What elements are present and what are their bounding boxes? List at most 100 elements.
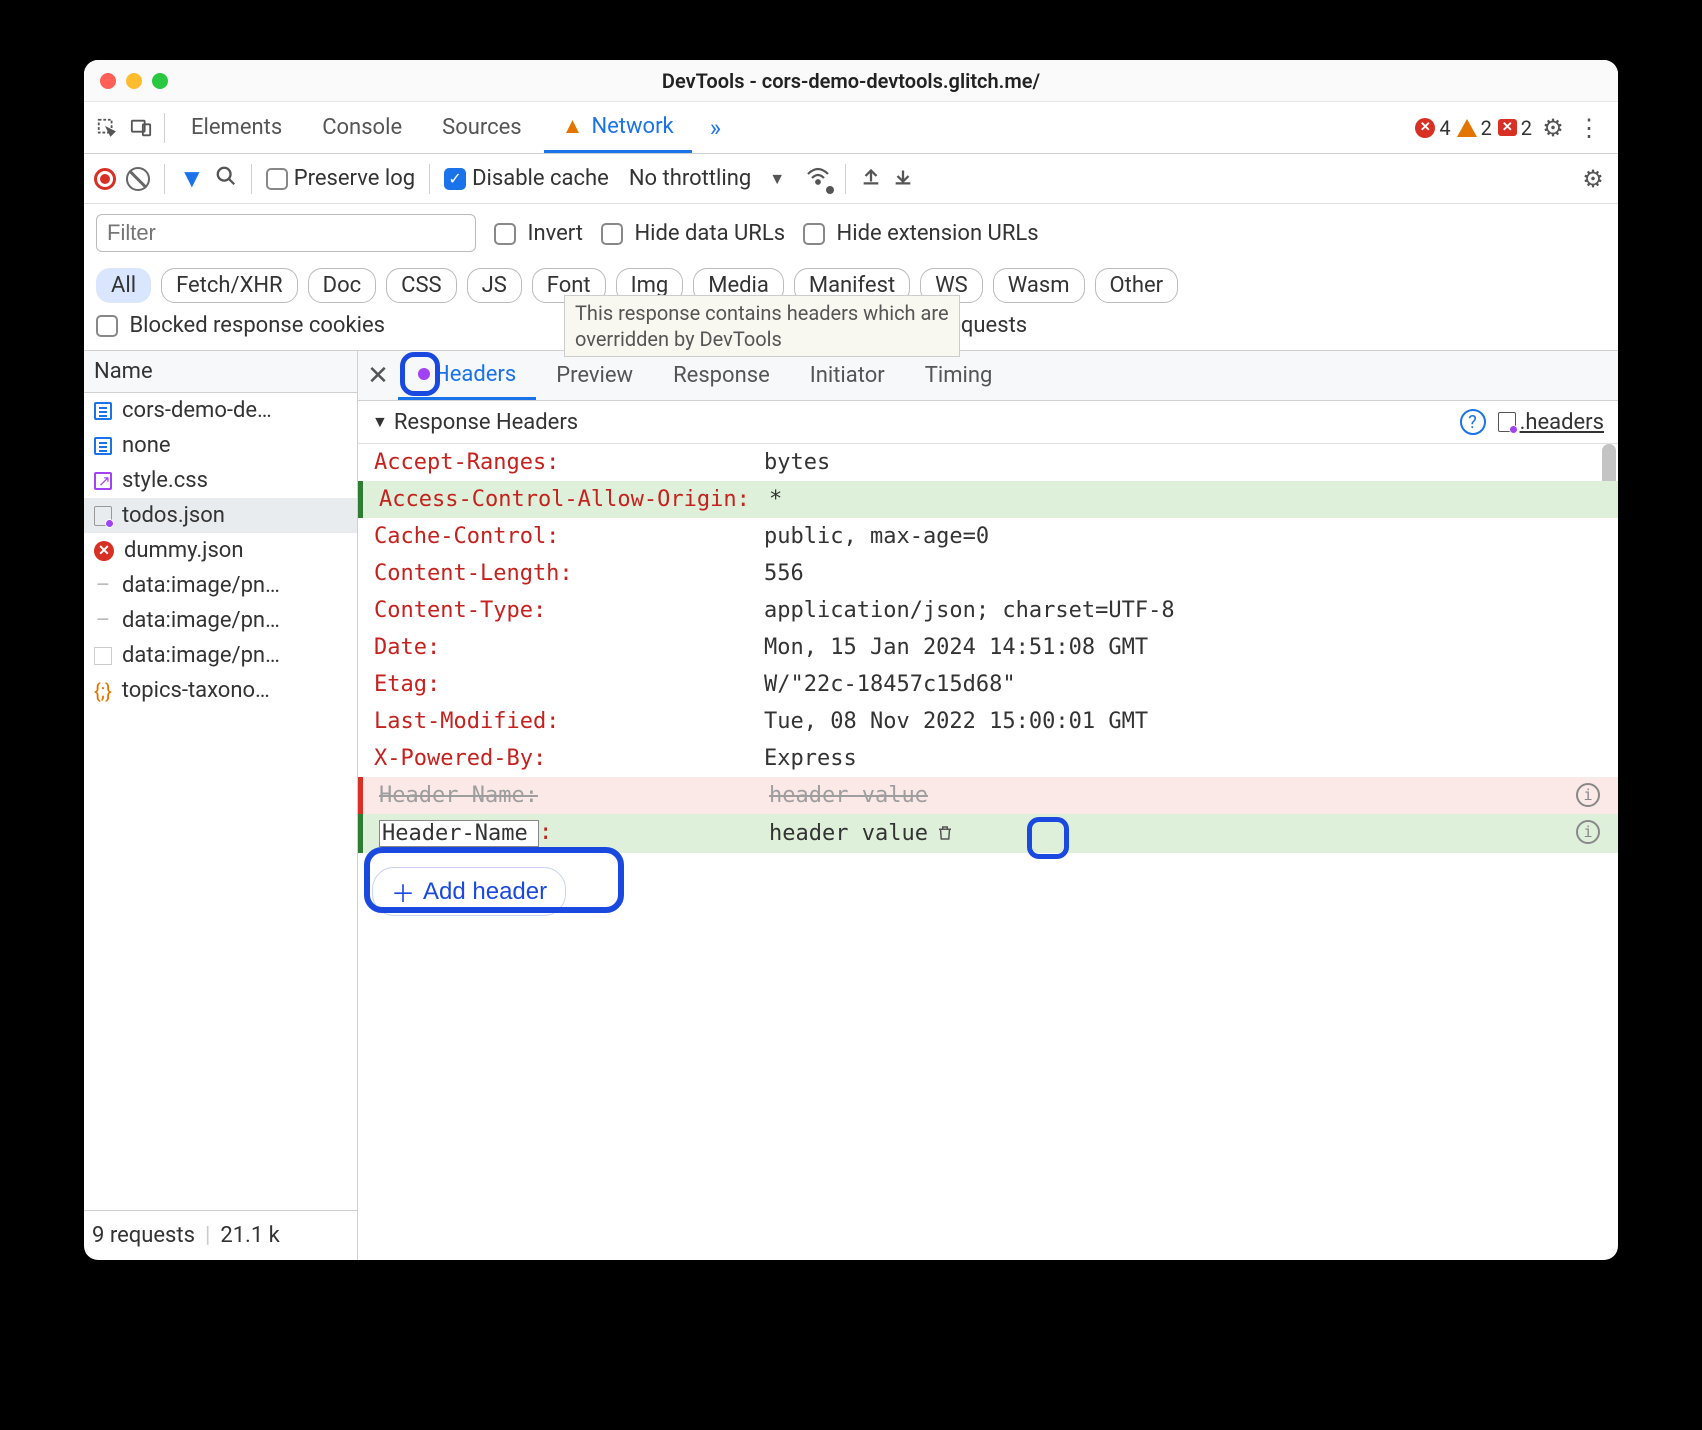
preserve-log-option[interactable]: Preserve log xyxy=(266,166,415,191)
more-menu-icon[interactable]: ⋮ xyxy=(1574,113,1604,143)
response-headers-section[interactable]: ▼ Response Headers ? .headers xyxy=(358,401,1618,444)
chip-fetch[interactable]: Fetch/XHR xyxy=(161,268,298,303)
checkbox-icon xyxy=(266,168,288,190)
request-row[interactable]: – data:image/pn… xyxy=(84,603,357,638)
more-tabs-icon[interactable]: » xyxy=(696,114,735,142)
devtools-window: DevTools - cors-demo-devtools.glitch.me/… xyxy=(84,60,1618,1260)
titlebar: DevTools - cors-demo-devtools.glitch.me/ xyxy=(84,60,1618,102)
tab-initiator[interactable]: Initiator xyxy=(790,351,905,400)
close-detail-icon[interactable]: ✕ xyxy=(358,361,398,391)
chip-doc[interactable]: Doc xyxy=(308,268,377,303)
record-button[interactable] xyxy=(94,168,116,190)
inspect-icon[interactable] xyxy=(92,113,122,143)
tab-headers[interactable]: Headers xyxy=(398,351,536,400)
transfer-size: 21.1 k xyxy=(220,1223,280,1248)
request-row[interactable]: none xyxy=(84,428,357,463)
network-conditions-icon[interactable] xyxy=(805,166,831,192)
warning-count[interactable]: 2 xyxy=(1457,116,1492,140)
export-har-icon[interactable] xyxy=(860,165,882,193)
minimize-window[interactable] xyxy=(126,73,142,89)
hide-extension-urls-option[interactable]: Hide extension URLs xyxy=(803,221,1039,246)
headers-list: Accept-Ranges: bytes Access-Control-Allo… xyxy=(358,444,1618,1260)
network-split: Name cors-demo-de… none style.css todos.… xyxy=(84,351,1618,1260)
request-row-selected[interactable]: todos.json xyxy=(84,498,357,533)
request-row[interactable]: style.css xyxy=(84,463,357,498)
tab-console[interactable]: Console xyxy=(304,102,420,153)
throttling-select[interactable]: No throttling ▼ xyxy=(629,166,785,191)
header-row: Etag: W/"22c-18457c15d68" xyxy=(358,666,1618,703)
file-icon xyxy=(94,647,112,665)
disable-cache-option[interactable]: ✓ Disable cache xyxy=(444,166,609,191)
header-row-overridden[interactable]: Access-Control-Allow-Origin: * xyxy=(358,481,1618,518)
device-toolbar-icon[interactable] xyxy=(126,113,156,143)
tab-elements[interactable]: Elements xyxy=(173,102,300,153)
help-icon[interactable]: ? xyxy=(1460,409,1486,435)
header-row: Cache-Control: public, max-age=0 xyxy=(358,518,1618,555)
dash-icon: – xyxy=(94,608,112,633)
error-icon: ✕ xyxy=(1415,118,1435,138)
zoom-window[interactable] xyxy=(152,73,168,89)
extra-filters-row: Blocked response cookies This response c… xyxy=(84,313,1618,351)
header-row: Content-Length: 556 xyxy=(358,555,1618,592)
request-list: Name cors-demo-de… none style.css todos.… xyxy=(84,351,358,1260)
blocked-cookies-option[interactable]: Blocked response cookies xyxy=(96,313,385,338)
disclosure-triangle-icon: ▼ xyxy=(372,412,388,432)
chip-all[interactable]: All xyxy=(96,268,151,303)
warning-triangle-icon: ▲ xyxy=(562,113,584,139)
header-row: Accept-Ranges: bytes xyxy=(358,444,1618,481)
headers-file-link[interactable]: .headers xyxy=(1498,410,1604,435)
request-row[interactable]: ✕ dummy.json xyxy=(84,533,357,568)
request-row[interactable]: cors-demo-de… xyxy=(84,393,357,428)
plus-icon: ＋ xyxy=(391,874,415,909)
info-icon[interactable]: i xyxy=(1576,820,1600,844)
header-row-editing[interactable]: : header value i xyxy=(358,814,1618,853)
traffic-lights xyxy=(100,73,168,89)
issues-count[interactable]: ✕ 2 xyxy=(1498,116,1532,140)
invert-option[interactable]: Invert xyxy=(494,221,583,246)
issues-icon: ✕ xyxy=(1498,119,1517,136)
network-settings-icon[interactable]: ⚙ xyxy=(1578,164,1608,194)
chip-wasm[interactable]: Wasm xyxy=(993,268,1085,303)
checkbox-checked-icon: ✓ xyxy=(444,168,466,190)
request-row[interactable]: data:image/pn… xyxy=(84,638,357,673)
file-overridden-icon xyxy=(94,506,112,526)
import-har-icon[interactable] xyxy=(892,165,914,193)
tab-sources[interactable]: Sources xyxy=(424,102,540,153)
name-column-header[interactable]: Name xyxy=(84,351,357,393)
tab-response[interactable]: Response xyxy=(653,351,790,400)
css-icon xyxy=(94,472,112,490)
chip-css[interactable]: CSS xyxy=(386,268,456,303)
override-tooltip: This response contains headers which are… xyxy=(564,295,960,357)
clear-button[interactable] xyxy=(126,167,150,191)
override-indicator-icon xyxy=(418,368,430,380)
filter-icon[interactable]: ▼ xyxy=(179,163,205,194)
header-row-removed[interactable]: Header-Name: header value i xyxy=(358,777,1618,814)
chip-js[interactable]: JS xyxy=(467,268,522,303)
error-count[interactable]: ✕ 4 xyxy=(1415,116,1450,140)
delete-header-icon[interactable] xyxy=(932,820,958,846)
network-toolbar: ▼ Preserve log ✓ Disable cache No thrott… xyxy=(84,154,1618,204)
header-row: Content-Type: application/json; charset=… xyxy=(358,592,1618,629)
json-icon: {;} xyxy=(94,679,112,703)
close-window[interactable] xyxy=(100,73,116,89)
search-icon[interactable] xyxy=(215,165,237,193)
add-header-button[interactable]: ＋ Add header xyxy=(372,867,566,916)
filter-input[interactable] xyxy=(96,214,476,252)
hide-data-urls-option[interactable]: Hide data URLs xyxy=(601,221,785,246)
settings-icon[interactable]: ⚙ xyxy=(1538,113,1568,143)
header-row: Date: Mon, 15 Jan 2024 14:51:08 GMT xyxy=(358,629,1618,666)
request-row[interactable]: {;} topics-taxono… xyxy=(84,673,357,708)
error-icon: ✕ xyxy=(94,541,114,561)
chip-other[interactable]: Other xyxy=(1095,268,1179,303)
caret-down-icon: ▼ xyxy=(769,169,785,189)
request-row[interactable]: – data:image/pn… xyxy=(84,568,357,603)
tab-timing[interactable]: Timing xyxy=(905,351,1013,400)
tab-preview[interactable]: Preview xyxy=(536,351,653,400)
main-tabstrip: Elements Console Sources ▲ Network » ✕ 4… xyxy=(84,102,1618,154)
window-title: DevTools - cors-demo-devtools.glitch.me/ xyxy=(662,69,1040,93)
header-name-input[interactable] xyxy=(379,820,539,847)
add-header-row: ＋ Add header xyxy=(358,853,1618,930)
info-icon[interactable]: i xyxy=(1576,783,1600,807)
tab-network[interactable]: ▲ Network xyxy=(544,102,692,153)
divider xyxy=(164,113,165,143)
